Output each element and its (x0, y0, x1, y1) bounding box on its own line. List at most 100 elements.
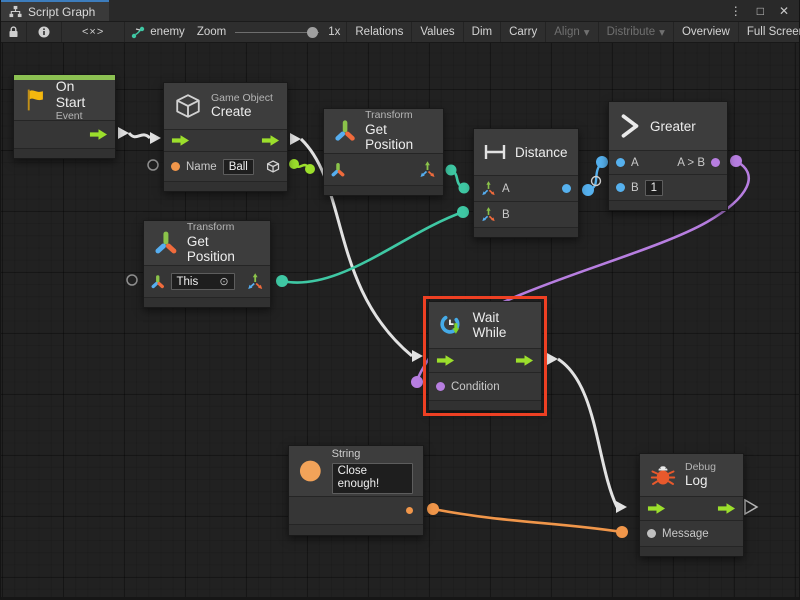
node-debug-log[interactable]: Debug Log Message (639, 453, 744, 557)
node-footer (609, 200, 727, 210)
node-create[interactable]: Game Object Create Name Ball (163, 82, 288, 192)
graph-breadcrumb[interactable]: enemy (125, 22, 191, 42)
wait-while-icon (439, 312, 464, 339)
button-label: Distribute (607, 26, 656, 38)
info-icon (38, 26, 50, 38)
vector3-input-port-a[interactable] (481, 181, 496, 196)
toolbar-button-overview[interactable]: Overview (674, 22, 739, 42)
button-label: Dim (472, 26, 492, 38)
toolbar-button-distribute[interactable]: Distribute ▾ (599, 22, 674, 42)
graph-icon (131, 26, 145, 39)
node-category: Game Object (211, 92, 273, 104)
node-get-position-enemy[interactable]: Transform Get Position (323, 108, 444, 196)
node-distance[interactable]: Distance A B (473, 128, 579, 238)
object-picker-icon[interactable]: ⊙ (219, 275, 228, 288)
flow-input-port[interactable] (436, 354, 455, 367)
maximize-icon[interactable]: □ (757, 5, 764, 17)
wire-control-waitwhile-debuglog[interactable] (558, 359, 617, 507)
transform-icon (334, 119, 356, 143)
node-on-start[interactable]: On Start Event (13, 74, 116, 159)
window-menu-icon[interactable]: ⋮ (730, 5, 742, 17)
node-string[interactable]: String Close enough! (288, 445, 424, 536)
toolbar-button-carry[interactable]: Carry (501, 22, 546, 42)
transform-input-port[interactable] (331, 163, 345, 177)
lock-icon (8, 26, 19, 38)
flow-input-port[interactable] (647, 502, 666, 515)
flag-icon (24, 87, 47, 113)
bool-output-port[interactable] (711, 158, 720, 167)
graph-toolbar: <×> enemy Zoom 1x Relations Values Dim C… (1, 22, 799, 43)
node-category: Transform (365, 109, 433, 121)
code-icon: <×> (82, 26, 104, 38)
field-text: 1 (651, 182, 657, 194)
distance-icon (484, 143, 506, 161)
value-input-port-b[interactable] (616, 183, 625, 192)
value-input-port-a[interactable] (616, 158, 625, 167)
tab-bar: Script Graph ⋮ □ ✕ (1, 0, 799, 22)
node-header: Greater (609, 102, 727, 150)
flow-output-port[interactable] (515, 354, 534, 367)
field-text: This (177, 276, 199, 288)
flow-output-port[interactable] (717, 502, 736, 515)
vector3-output-port[interactable] (247, 273, 263, 290)
game-object-cube-icon (174, 92, 202, 120)
flow-output-port[interactable] (89, 128, 108, 141)
node-header: Game Object Create (164, 83, 287, 129)
node-flow-row (640, 496, 743, 520)
unconnected-port-indicator[interactable] (127, 275, 137, 285)
transform-input-port[interactable] (151, 275, 165, 289)
node-get-position-self[interactable]: Transform Get Position This ⊙ (143, 220, 271, 308)
node-footer (14, 148, 115, 158)
wire-arrowhead (290, 133, 301, 145)
toolbar-button-values[interactable]: Values (412, 22, 463, 42)
node-wait-while[interactable]: Wait While Condition (428, 301, 542, 411)
distance-output-port[interactable] (562, 184, 571, 193)
wire-value-string-debuglog[interactable] (433, 509, 622, 532)
port-label: B (631, 182, 639, 194)
node-footer (429, 400, 541, 410)
close-icon[interactable]: ✕ (779, 5, 789, 17)
wire-value-create-getposition[interactable] (294, 164, 310, 169)
graph-canvas[interactable]: On Start Event Game Object Create (1, 43, 799, 597)
toolbar-button-fullscreen[interactable]: Full Screen (739, 22, 800, 42)
info-button[interactable] (27, 22, 62, 42)
vector3-input-port-b[interactable] (481, 207, 496, 222)
target-field[interactable]: This ⊙ (171, 273, 235, 290)
wire-value-getposition-distance-b[interactable] (282, 212, 463, 283)
b-value-field[interactable]: 1 (645, 180, 663, 196)
node-title: Get Position (187, 234, 260, 265)
unconnected-flow-indicator[interactable] (745, 500, 757, 514)
vector3-output-port[interactable] (419, 161, 436, 178)
node-greater[interactable]: Greater A A > B B 1 (608, 101, 728, 211)
port-label: A (631, 157, 639, 169)
toolbar-button-relations[interactable]: Relations (346, 22, 412, 42)
name-value-field[interactable]: Ball (223, 159, 254, 175)
tab-title: Script Graph (28, 5, 95, 19)
port-label: Condition (451, 381, 500, 393)
flow-output-port[interactable] (261, 134, 280, 147)
gameobject-output-port[interactable] (266, 159, 280, 174)
message-input-port[interactable] (647, 529, 656, 538)
wire-control-onstart-create[interactable] (129, 133, 150, 138)
condition-input-port[interactable] (436, 382, 445, 391)
zoom-slider-handle[interactable] (307, 27, 318, 38)
node-footer (640, 546, 743, 556)
toolbar-button-dim[interactable]: Dim (464, 22, 501, 42)
wire-value-getposition-distance-a[interactable] (451, 170, 464, 188)
toolbar-button-align[interactable]: Align ▾ (546, 22, 598, 42)
port-label: A (502, 183, 510, 195)
tab-script-graph[interactable]: Script Graph (1, 0, 109, 21)
node-footer (164, 181, 287, 191)
string-output-port[interactable] (406, 507, 413, 514)
wire-value-distance-greater[interactable] (588, 162, 602, 190)
string-value-field[interactable]: Close enough! (332, 463, 413, 493)
flow-input-port[interactable] (171, 134, 190, 147)
lock-button[interactable] (1, 22, 27, 42)
code-view-button[interactable]: <×> (62, 22, 125, 42)
value-input-port-name[interactable] (171, 162, 180, 171)
caret-down-icon: ▾ (659, 25, 665, 39)
node-value-row (289, 496, 423, 524)
zoom-slider[interactable] (235, 32, 319, 33)
button-label: Relations (355, 26, 403, 38)
unconnected-port-indicator[interactable] (148, 160, 158, 170)
